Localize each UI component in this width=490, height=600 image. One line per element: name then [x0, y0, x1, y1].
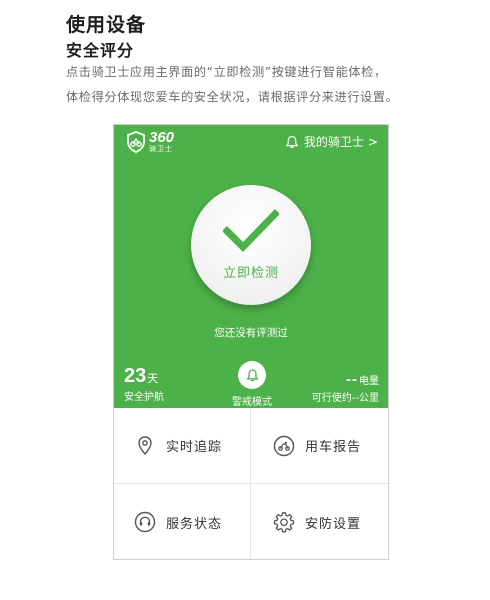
alarm-bell-icon — [246, 368, 258, 381]
checkmark-icon — [223, 209, 279, 252]
location-pin-icon — [138, 435, 152, 455]
days-value: 23 — [124, 365, 147, 387]
doc-title: 使用设备 — [66, 14, 147, 36]
guard-mode-button[interactable]: 警戒模式 — [230, 361, 274, 408]
not-tested-text: 您还没有评测过 — [214, 327, 288, 339]
battery-stat: --电量 可行使约--公里 — [312, 369, 379, 404]
days-label: 安全护航 — [124, 392, 164, 403]
doc-description: 点击骑卫士应用主界面的“立即检测”按键进行智能体检， 体检得分体现您爱车的安全状… — [66, 60, 446, 110]
status-panel: 360 骑卫士 我的骑卫士 > 立即检测 您还没有评测过 23天 安全护航 警戒… — [114, 125, 388, 408]
guard-mode-label: 警戒模式 — [232, 397, 272, 408]
days-unit: 天 — [147, 372, 159, 385]
logo-name: 骑卫士 — [149, 145, 173, 153]
menu-item-service-status[interactable]: 服务状态 — [114, 484, 251, 559]
range-label: 可行使约--公里 — [311, 393, 379, 404]
app-logo: 360 骑卫士 — [126, 130, 174, 154]
power-unit: 电量 — [359, 376, 379, 387]
menu-item-tracking[interactable]: 实时追踪 — [114, 408, 251, 484]
check-now-label: 立即检测 — [222, 266, 279, 281]
logo-number: 360 — [149, 129, 175, 146]
doc-subtitle: 安全评分 — [66, 41, 135, 60]
doc-desc-line-1: 点击骑卫士应用主界面的“立即检测”按键进行智能体检， — [66, 65, 387, 79]
doc-desc-line-2: 体检得分体现您爱车的安全状况，请根据评分来进行设置。 — [66, 90, 399, 104]
feature-menu: 实时追踪 用车报告 服务状态 安防设置 — [114, 408, 388, 559]
menu-item-label: 服务状态 — [166, 516, 223, 532]
gear-icon — [273, 512, 295, 533]
menu-item-security-settings[interactable]: 安防设置 — [251, 484, 388, 559]
chevron-right-icon: > — [367, 134, 378, 149]
app-screen: 360 骑卫士 我的骑卫士 > 立即检测 您还没有评测过 23天 安全护航 警戒… — [113, 124, 389, 560]
menu-item-label: 安防设置 — [305, 516, 362, 532]
menu-item-label: 实时追踪 — [166, 440, 223, 455]
my-rider-label: 我的骑卫士 — [303, 135, 364, 149]
my-rider-link[interactable]: 我的骑卫士 > — [285, 133, 378, 150]
menu-item-label: 用车报告 — [305, 440, 362, 455]
power-value: -- — [346, 371, 358, 388]
check-now-button[interactable]: 立即检测 — [191, 185, 311, 305]
scooter-report-icon — [273, 435, 295, 456]
shield-logo-icon — [127, 131, 145, 153]
protection-days-stat: 23天 安全护航 — [124, 365, 164, 403]
headset-icon — [134, 511, 156, 533]
menu-item-report[interactable]: 用车报告 — [251, 408, 388, 484]
bell-icon — [285, 135, 299, 148]
